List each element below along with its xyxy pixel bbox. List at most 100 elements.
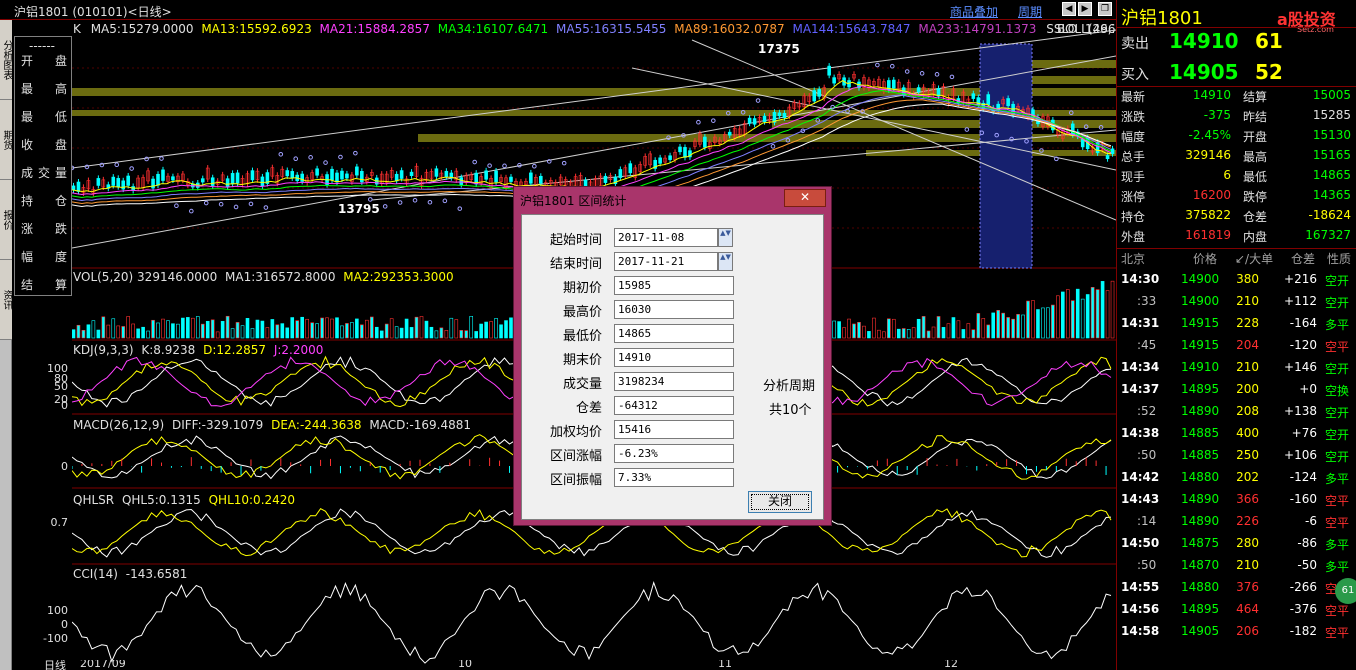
candle-body	[986, 94, 991, 105]
volume-bar	[86, 324, 91, 339]
tick-volume: 250	[1236, 448, 1259, 462]
volume-bar	[166, 320, 170, 339]
left-tab-quote[interactable]: 报价	[0, 180, 12, 260]
tick-volume: 366	[1236, 492, 1259, 506]
quote-divider	[1117, 27, 1356, 28]
candle-body	[200, 178, 205, 183]
candle-body	[156, 173, 160, 186]
sar-dot	[711, 118, 716, 123]
vol-panel-title: VOL(5,20) 329146.0000 MA1:316572.8000 MA…	[73, 270, 454, 284]
sar-dot	[203, 200, 209, 206]
ma55-value: MA55:16315.5455	[556, 22, 667, 36]
tick-row: :50 14870 210 -50 多平	[1117, 558, 1356, 580]
volume-bar	[360, 324, 364, 339]
tick-oi-change: +216	[1284, 272, 1317, 286]
quote-row: 现手 6 最低 14865	[1117, 168, 1356, 188]
candle-body	[812, 90, 817, 102]
stat-field[interactable]: -64312	[614, 396, 734, 415]
quote-value: 161819	[1185, 228, 1231, 242]
tick-row: 14:38 14885 400 +76 空开	[1117, 426, 1356, 448]
tick-price: 14890	[1181, 514, 1220, 528]
volume-bar	[966, 323, 971, 339]
tick-volume: 200	[1236, 382, 1259, 396]
volume-bar	[499, 324, 503, 339]
tick-volume: 400	[1236, 426, 1259, 440]
date-tick-3: 11	[718, 660, 732, 670]
stat-field[interactable]: 15985	[614, 276, 734, 295]
volume-bar	[981, 318, 986, 339]
volume-bar	[832, 320, 836, 339]
candle-body	[494, 170, 498, 183]
candle-body	[817, 89, 822, 97]
stat-field[interactable]: 14865	[614, 324, 734, 343]
volume-bar	[1065, 289, 1070, 339]
spin-arrows-icon[interactable]: ▲▼	[718, 252, 733, 271]
stat-field[interactable]: 14910	[614, 348, 734, 367]
spin-arrows-icon[interactable]: ▲▼	[718, 228, 733, 247]
stat-field[interactable]: 16030	[614, 300, 734, 319]
candle-body	[250, 170, 255, 181]
stat-field[interactable]: -6.23%	[614, 444, 734, 463]
volume-bar	[1001, 312, 1005, 339]
sar-dot	[367, 197, 373, 202]
sar-dot	[218, 201, 224, 207]
tick-time: 14:55	[1121, 580, 1160, 594]
candle-body	[285, 170, 290, 177]
period-link[interactable]: 周期	[1018, 3, 1042, 20]
ohlc-label: 开盘	[21, 52, 67, 69]
dialog-field-label: 期末价	[562, 353, 602, 368]
dialog-close-icon[interactable]: ✕	[784, 189, 826, 207]
volume-bar	[225, 315, 230, 339]
ohlc-label-char: 算	[54, 278, 67, 292]
tick-time: 14:37	[1121, 382, 1160, 396]
tick-price: 14895	[1181, 382, 1220, 396]
ohlc-label-char: 涨	[21, 222, 34, 236]
left-tab-futures[interactable]: 期货	[0, 100, 12, 180]
left-tab-news[interactable]: 资讯	[0, 260, 12, 340]
tick-kind: 空开	[1325, 450, 1350, 464]
volume-bar	[1095, 289, 1100, 339]
volume-bar	[91, 320, 96, 339]
tick-kind: 多平	[1325, 538, 1350, 552]
overlay-link[interactable]: 商品叠加	[950, 3, 998, 20]
volume-bar	[235, 322, 240, 339]
next-icon[interactable]: ▶	[1078, 2, 1092, 16]
dialog-close-button[interactable]: 关闭	[748, 491, 812, 513]
candle-body	[76, 181, 81, 192]
stat-field[interactable]: 15416	[614, 420, 734, 439]
ma34-value: MA34:16107.6471	[437, 22, 549, 36]
prev-icon[interactable]: ◀	[1062, 2, 1076, 16]
sar-dot	[233, 204, 239, 210]
volume-bar	[494, 318, 498, 339]
sar-dot	[696, 119, 701, 125]
candle-body	[916, 87, 921, 93]
restore-icon[interactable]: ❐	[1098, 2, 1112, 16]
tick-oi-change: +76	[1291, 426, 1317, 440]
volume-bar	[464, 330, 469, 339]
volume-bar	[350, 322, 354, 339]
left-tab-analysis[interactable]: 分析图表	[0, 20, 12, 100]
volume-bar	[1085, 294, 1090, 339]
volume-bar	[365, 319, 369, 339]
volume-bar	[186, 317, 190, 339]
candle-body	[330, 168, 334, 181]
bid-label: 买入	[1121, 67, 1149, 83]
selection-highlight	[979, 43, 1033, 269]
ohlc-label-char: 开	[21, 54, 34, 68]
macd-panel-title: MACD(26,12,9) DIFF:-329.1079 DEA:-244.36…	[73, 418, 471, 432]
date-input[interactable]: 2017-11-08	[614, 228, 718, 247]
sar-dot	[189, 208, 194, 214]
volume-bar	[325, 317, 329, 339]
tick-row: 14:34 14910 210 +146 空开	[1117, 360, 1356, 382]
date-input[interactable]: 2017-11-21	[614, 252, 718, 271]
float-badge[interactable]: 61	[1335, 578, 1356, 604]
sar-dot	[308, 155, 313, 160]
tick-row: :52 14890 208 +138 空开	[1117, 404, 1356, 426]
price-band	[72, 110, 1116, 116]
stat-field[interactable]: 3198234	[614, 372, 734, 391]
cci-name: CCI(14)	[73, 567, 118, 581]
volume-bar	[111, 318, 116, 339]
stat-field[interactable]: 7.33%	[614, 468, 734, 487]
quote-label: 外盘	[1121, 230, 1146, 244]
date-tick-4: 12	[944, 660, 958, 670]
